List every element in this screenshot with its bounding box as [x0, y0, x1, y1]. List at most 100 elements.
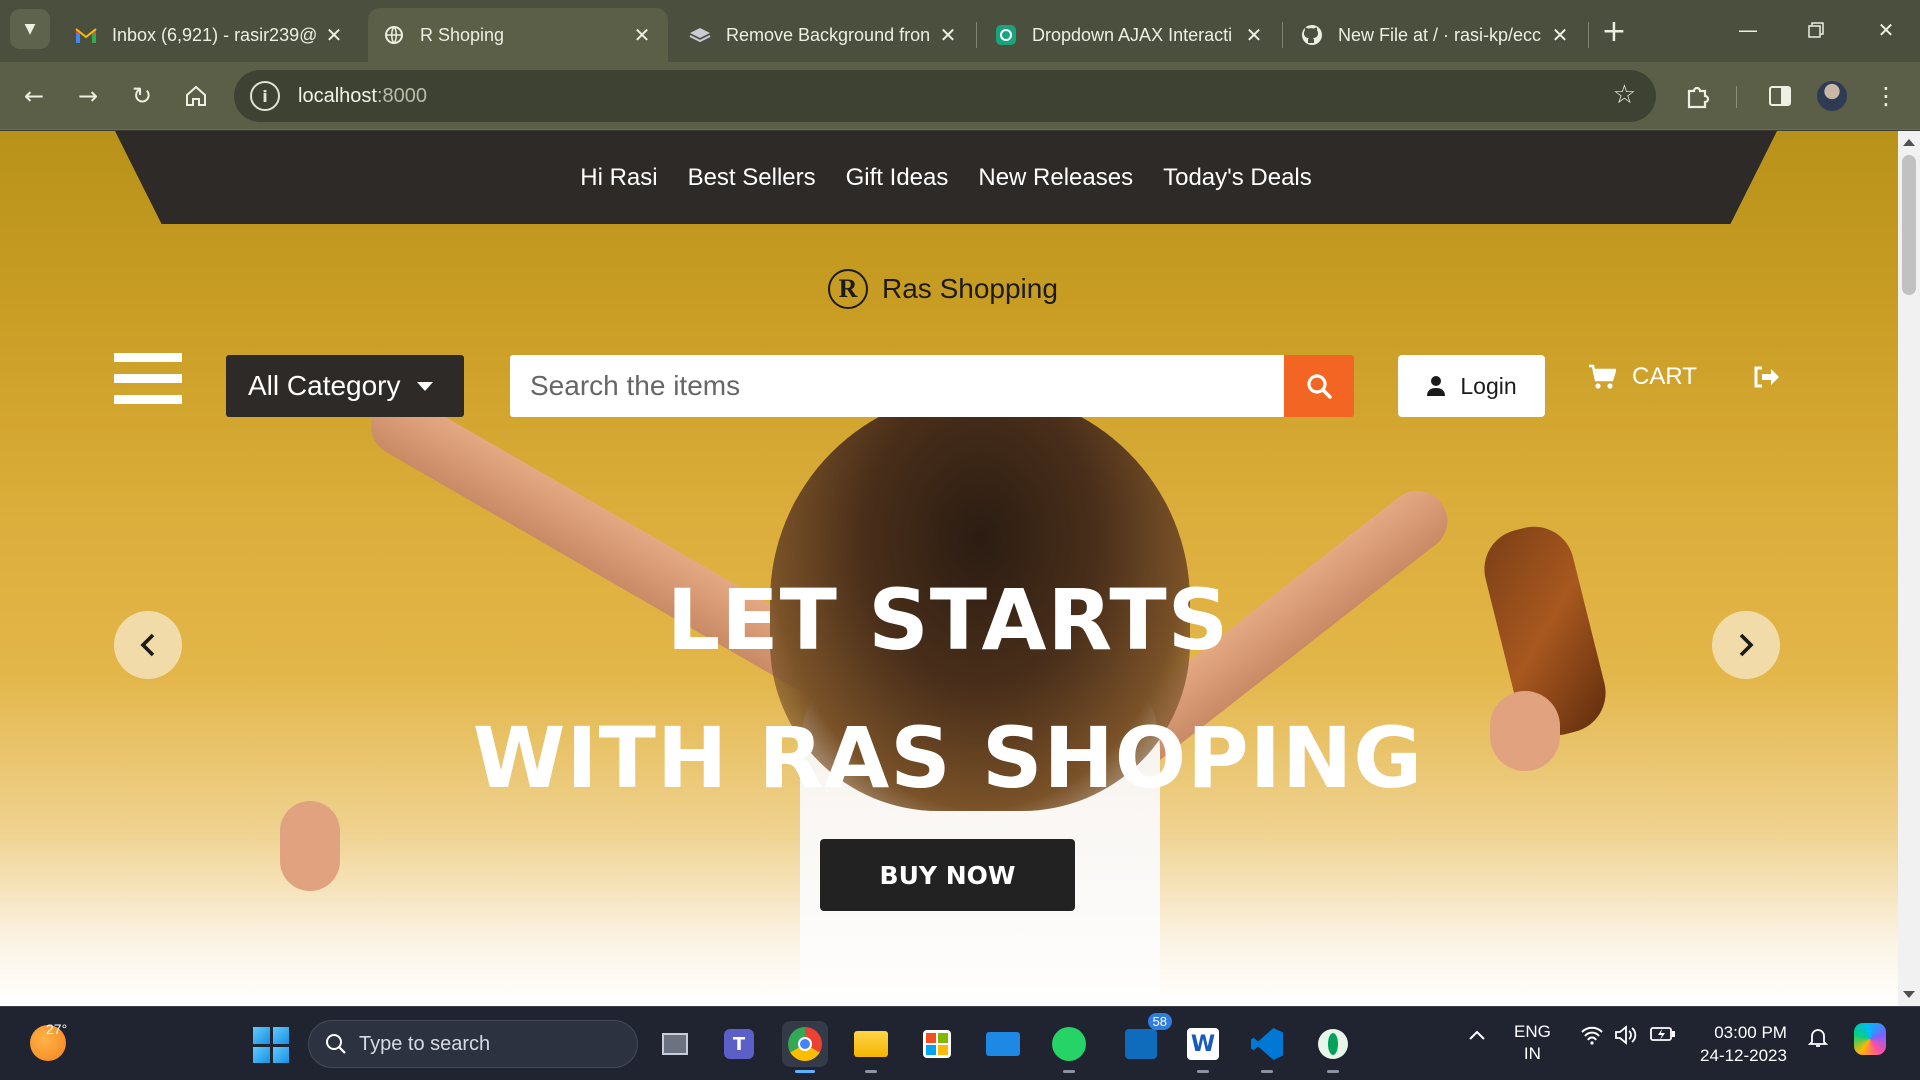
forward-button[interactable]: →	[68, 76, 108, 116]
reload-button[interactable]: ↻	[122, 76, 162, 116]
logout-button[interactable]	[1752, 365, 1780, 393]
task-view-icon[interactable]	[652, 1021, 698, 1067]
show-hidden-icons-button[interactable]	[1468, 1025, 1486, 1046]
microsoft-store-icon[interactable]	[914, 1021, 960, 1067]
notification-badge: 58	[1147, 1013, 1172, 1030]
browser-menu-button[interactable]: ⋮	[1866, 76, 1906, 116]
search-button[interactable]	[1284, 355, 1354, 417]
avatar-icon	[1817, 81, 1847, 111]
site-info-icon[interactable]: i	[250, 81, 280, 111]
nav-new-releases[interactable]: New Releases	[978, 164, 1133, 192]
chrome-icon[interactable]	[782, 1021, 828, 1073]
site-brand[interactable]: R Ras Shopping	[828, 269, 1058, 309]
search-input[interactable]	[510, 355, 1284, 417]
browser-tab-strip: ▼ Inbox (6,921) - rasir239@ ✕ R Shoping …	[0, 0, 1920, 62]
volume-icon[interactable]	[1614, 1025, 1638, 1050]
login-button[interactable]: Login	[1398, 355, 1545, 417]
side-panel-button[interactable]	[1760, 76, 1800, 116]
scroll-down-arrow-icon[interactable]	[1903, 991, 1915, 998]
tab-github[interactable]: New File at / · rasi-kp/ecc ✕	[1286, 8, 1586, 62]
restore-button[interactable]	[1786, 10, 1846, 50]
tab-dropdown-ajax[interactable]: Dropdown AJAX Interacti ✕	[980, 8, 1280, 62]
nav-gift-ideas[interactable]: Gift Ideas	[846, 164, 949, 192]
arrow-left-icon: ←	[23, 82, 45, 110]
minimize-button[interactable]: —	[1718, 10, 1778, 50]
search-icon	[326, 1034, 346, 1054]
close-icon[interactable]: ✕	[322, 23, 346, 47]
tab-remove-background[interactable]: Remove Background fron ✕	[674, 8, 974, 62]
home-button[interactable]	[176, 76, 216, 116]
tab-divider	[1588, 22, 1589, 48]
nav-greeting[interactable]: Hi Rasi	[580, 164, 657, 192]
wifi-icon[interactable]	[1580, 1025, 1604, 1050]
hamburger-menu-icon[interactable]	[114, 353, 182, 409]
close-window-button[interactable]: ✕	[1856, 10, 1916, 50]
home-icon	[186, 85, 206, 106]
category-dropdown[interactable]: All Category	[226, 355, 464, 417]
vscode-icon[interactable]	[1244, 1021, 1290, 1073]
mail-icon[interactable]	[980, 1021, 1026, 1067]
close-icon[interactable]: ✕	[936, 23, 960, 47]
back-button[interactable]: ←	[14, 76, 54, 116]
word-icon[interactable]: W	[1180, 1021, 1226, 1073]
cart-icon	[1589, 364, 1616, 389]
nav-todays-deals[interactable]: Today's Deals	[1163, 164, 1312, 192]
sign-out-icon	[1754, 366, 1779, 388]
restore-icon	[1808, 22, 1824, 38]
layers-icon	[688, 23, 712, 47]
mongodb-compass-icon[interactable]	[1310, 1021, 1356, 1073]
brand-name: Ras Shopping	[882, 273, 1058, 304]
chatgpt-icon	[994, 23, 1018, 47]
weather-temperature: 27°	[46, 1021, 68, 1037]
minimize-icon: —	[1738, 18, 1758, 42]
nav-best-sellers[interactable]: Best Sellers	[688, 164, 816, 192]
windows-start-icon[interactable]	[253, 1027, 289, 1063]
outlook-icon[interactable]: 58	[1118, 1013, 1172, 1067]
top-navigation: Hi Rasi Best Sellers Gift Ideas New Rele…	[115, 131, 1777, 224]
scrollbar-thumb[interactable]	[1902, 155, 1916, 295]
file-explorer-icon[interactable]	[848, 1021, 894, 1073]
notifications-icon[interactable]	[1806, 1025, 1830, 1054]
hero-headline-line1: LET STARTS	[666, 571, 1230, 669]
close-icon[interactable]: ✕	[630, 23, 654, 47]
reload-icon: ↻	[131, 82, 153, 110]
tab-gmail[interactable]: Inbox (6,921) - rasir239@ ✕	[60, 8, 360, 62]
input-language-indicator[interactable]: ENG IN	[1514, 1021, 1551, 1065]
tab-search-button[interactable]: ▼	[10, 9, 50, 49]
address-bar[interactable]: i localhost:8000 ☆	[234, 70, 1656, 122]
close-icon[interactable]: ✕	[1242, 23, 1266, 47]
taskbar-search[interactable]: Type to search	[308, 1020, 638, 1068]
arrow-right-icon: →	[77, 82, 99, 110]
battery-icon[interactable]	[1650, 1025, 1676, 1048]
toolbar-divider	[1736, 86, 1737, 108]
whatsapp-icon[interactable]	[1046, 1021, 1092, 1073]
tab-divider	[976, 22, 977, 48]
buy-now-button[interactable]: BUY NOW	[820, 839, 1075, 911]
globe-icon	[382, 23, 406, 47]
extensions-button[interactable]	[1678, 76, 1718, 116]
system-clock[interactable]: 03:00 PM 24-12-2023	[1700, 1021, 1787, 1067]
plus-icon: +	[1601, 13, 1627, 49]
tab-r-shoping[interactable]: R Shoping ✕	[368, 8, 668, 62]
bookmark-star-icon[interactable]: ☆	[1613, 80, 1636, 110]
copilot-icon[interactable]	[1854, 1023, 1886, 1055]
hero-photo-hand	[280, 801, 340, 891]
url-text: localhost:8000	[298, 84, 427, 107]
login-label: Login	[1460, 372, 1517, 399]
cart-button[interactable]: CART	[1588, 363, 1697, 391]
category-label: All Category	[248, 370, 401, 401]
scroll-up-arrow-icon[interactable]	[1903, 139, 1915, 146]
windows-taskbar: 27° Type to search T 58 W ENG IN 03:00 P…	[0, 1006, 1920, 1080]
chevron-down-icon: ▼	[24, 21, 36, 37]
new-tab-button[interactable]: +	[1598, 13, 1630, 49]
more-vertical-icon: ⋮	[1874, 82, 1898, 110]
clock-date: 24-12-2023	[1700, 1046, 1787, 1065]
page-scrollbar[interactable]	[1898, 131, 1920, 1006]
gmail-icon	[74, 23, 98, 47]
tab-title: New File at / · rasi-kp/ecc	[1338, 24, 1542, 45]
profile-avatar[interactable]	[1812, 76, 1852, 116]
caret-down-icon	[416, 381, 433, 391]
tab-title: Remove Background fron	[726, 24, 931, 45]
close-icon[interactable]: ✕	[1548, 23, 1572, 47]
teams-icon[interactable]: T	[716, 1021, 762, 1067]
